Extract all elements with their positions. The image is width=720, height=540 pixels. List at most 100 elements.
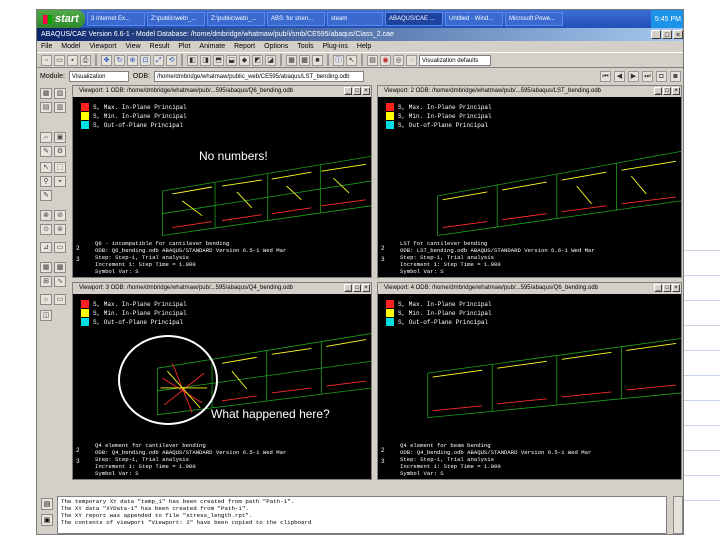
viewport-4[interactable]: Viewport: 4 ODB: /home/dmbridge/whatmaw/… bbox=[377, 282, 682, 480]
color-code-icon[interactable]: ▤ bbox=[367, 54, 378, 66]
viewport-1[interactable]: Viewport: 1 ODB: /home/dmbridge/whatmaw/… bbox=[72, 85, 372, 278]
plot-options-icon[interactable]: ⚙ bbox=[54, 146, 66, 157]
taskbar-item[interactable]: Microsoft Powe... bbox=[505, 12, 563, 26]
viewport-close-icon[interactable]: × bbox=[362, 87, 370, 95]
xy-chart-icon[interactable]: ∿ bbox=[54, 276, 66, 287]
viewport-maximize-icon[interactable]: □ bbox=[663, 87, 671, 95]
view-iso-icon[interactable]: ◆ bbox=[239, 54, 250, 66]
plot-allowable-icon[interactable]: ✎ bbox=[40, 146, 52, 157]
taskbar-item[interactable]: Z:\public\web\_... bbox=[207, 12, 265, 26]
select-box-icon[interactable]: ⬚ bbox=[54, 162, 66, 173]
next-frame-icon[interactable]: ▶ bbox=[628, 70, 639, 82]
taskbar-item[interactable]: ABS: for shen... bbox=[267, 12, 325, 26]
viewport-minimize-icon[interactable]: _ bbox=[654, 87, 662, 95]
viewport-3[interactable]: Viewport: 3 ODB: /home/dmbridge/whatmaw/… bbox=[72, 282, 372, 480]
measure-icon[interactable]: ✎ bbox=[40, 190, 52, 201]
select-icon[interactable]: ↖ bbox=[346, 54, 357, 66]
module-dropdown[interactable]: Visualization bbox=[68, 70, 129, 82]
display-group-icon[interactable]: ◉ bbox=[380, 54, 391, 66]
viewport-maximize-icon[interactable]: □ bbox=[663, 284, 671, 292]
zoom-box-icon[interactable]: ⊡ bbox=[140, 54, 151, 66]
view-front-icon[interactable]: ◧ bbox=[187, 54, 198, 66]
camera-icon[interactable]: ◘ bbox=[656, 70, 667, 82]
menu-file[interactable]: File bbox=[41, 43, 52, 50]
xy-plot-icon[interactable]: ▭ bbox=[54, 242, 66, 253]
pan-icon[interactable]: ✥ bbox=[101, 54, 112, 66]
close-button[interactable]: × bbox=[673, 30, 683, 39]
render-style-dropdown[interactable]: Visualization defaults bbox=[419, 54, 491, 66]
select-arrow-icon[interactable]: ↖ bbox=[40, 162, 52, 173]
viewport-close-icon[interactable]: × bbox=[672, 87, 680, 95]
viewport-minimize-icon[interactable]: _ bbox=[654, 284, 662, 292]
menu-animate[interactable]: Animate bbox=[199, 43, 225, 50]
viewport-maximize-icon[interactable]: □ bbox=[353, 87, 361, 95]
overlay-icon[interactable]: ⊚ bbox=[54, 224, 66, 235]
plot-deformed-icon[interactable]: ▧ bbox=[54, 88, 66, 99]
display-options-icon[interactable]: ⊘ bbox=[54, 210, 66, 221]
plot-symbols-icon[interactable]: ⇔ bbox=[40, 132, 52, 143]
viewport-2[interactable]: Viewport: 2 ODB: /home/dmbridge/whatmaw/… bbox=[377, 85, 682, 278]
viewport-canvas[interactable]: S, Max. In-Plane Principal S, Min. In-Pl… bbox=[378, 294, 681, 479]
taskbar-item[interactable]: ABAQUS/CAE ... bbox=[385, 12, 443, 26]
view-cut-icon[interactable]: ◫ bbox=[40, 310, 52, 321]
start-button[interactable]: start bbox=[37, 10, 85, 28]
probe-icon[interactable]: ⚲ bbox=[40, 176, 52, 187]
remove-selected-icon[interactable]: ◌ bbox=[406, 54, 417, 66]
query-info-icon[interactable]: ⓘ bbox=[333, 54, 344, 66]
view-left-icon[interactable]: ◩ bbox=[252, 54, 263, 66]
superimpose-icon[interactable]: ⊙ bbox=[40, 224, 52, 235]
first-frame-icon[interactable]: ⏮ bbox=[600, 70, 611, 82]
viewport-close-icon[interactable]: × bbox=[362, 284, 370, 292]
menu-result[interactable]: Result bbox=[150, 43, 170, 50]
menu-help[interactable]: Help bbox=[357, 43, 371, 50]
viewport-minimize-icon[interactable]: _ bbox=[344, 87, 352, 95]
xy-data-icon[interactable]: ⊿ bbox=[40, 242, 52, 253]
menu-report[interactable]: Report bbox=[234, 43, 255, 50]
probe-alt-icon[interactable]: ⌖ bbox=[54, 176, 66, 187]
viewport-maximize-icon[interactable]: □ bbox=[353, 284, 361, 292]
print-icon[interactable]: ⎙ bbox=[80, 54, 91, 66]
viewport-canvas[interactable]: S, Max. In-Plane Principal S, Min. In-Pl… bbox=[73, 97, 371, 277]
message-scrollbar[interactable] bbox=[673, 496, 683, 534]
viewport-close-icon[interactable]: × bbox=[672, 284, 680, 292]
last-frame-icon[interactable]: ⏭ bbox=[642, 70, 653, 82]
maximize-button[interactable]: □ bbox=[662, 30, 672, 39]
menu-model[interactable]: Model bbox=[61, 43, 80, 50]
menu-view[interactable]: View bbox=[125, 43, 140, 50]
fit-view-icon[interactable]: ⤢ bbox=[153, 54, 164, 66]
taskbar-item[interactable]: 3 Internet Ex... bbox=[87, 12, 145, 26]
message-log[interactable]: The temporary XY data "temp_1" has been … bbox=[57, 496, 667, 534]
previous-frame-icon[interactable]: ◀ bbox=[614, 70, 625, 82]
minimize-button[interactable]: _ bbox=[651, 30, 661, 39]
open-file-icon[interactable]: ▭ bbox=[54, 54, 65, 66]
path-icon[interactable]: ▦ bbox=[40, 262, 52, 273]
render-hidden-icon[interactable]: ▩ bbox=[299, 54, 310, 66]
viewport-canvas[interactable]: S, Max. In-Plane Principal S, Min. In-Pl… bbox=[378, 97, 681, 277]
taskbar-item[interactable]: steam bbox=[327, 12, 383, 26]
magnify-icon[interactable]: ⊕ bbox=[127, 54, 138, 66]
view-top-icon[interactable]: ⬒ bbox=[213, 54, 224, 66]
common-options-icon[interactable]: ⊗ bbox=[40, 210, 52, 221]
menu-viewport[interactable]: Viewport bbox=[89, 43, 116, 50]
plot-material-orientation-icon[interactable]: ▣ bbox=[54, 132, 66, 143]
render-wireframe-icon[interactable]: ▦ bbox=[286, 54, 297, 66]
rotate-icon[interactable]: ↻ bbox=[114, 54, 125, 66]
view-back-icon[interactable]: ◨ bbox=[200, 54, 211, 66]
camera-alt-icon[interactable]: ◙ bbox=[670, 70, 681, 82]
odb-dropdown[interactable]: /home/dmbridge/whatmaw/public_web/CE595/… bbox=[154, 70, 365, 82]
plot-contours-icon[interactable]: ▤ bbox=[40, 102, 52, 113]
create-xy-icon[interactable]: ⊞ bbox=[40, 276, 52, 287]
new-file-icon[interactable]: ▫ bbox=[41, 54, 52, 66]
menu-plugins[interactable]: Plug-ins bbox=[323, 43, 348, 50]
taskbar-item[interactable]: Untitled - Wind... bbox=[445, 12, 503, 26]
save-icon[interactable]: ▪ bbox=[67, 54, 78, 66]
plot-contours-alt-icon[interactable]: ▥ bbox=[54, 102, 66, 113]
view-right-icon[interactable]: ◪ bbox=[265, 54, 276, 66]
menu-tools[interactable]: Tools bbox=[297, 43, 313, 50]
animate-icon[interactable]: ☼ bbox=[40, 294, 52, 305]
replace-selected-icon[interactable]: ◎ bbox=[393, 54, 404, 66]
menu-options[interactable]: Options bbox=[264, 43, 288, 50]
viewport-minimize-icon[interactable]: _ bbox=[344, 284, 352, 292]
view-bottom-icon[interactable]: ⬓ bbox=[226, 54, 237, 66]
path-alt-icon[interactable]: ▩ bbox=[54, 262, 66, 273]
